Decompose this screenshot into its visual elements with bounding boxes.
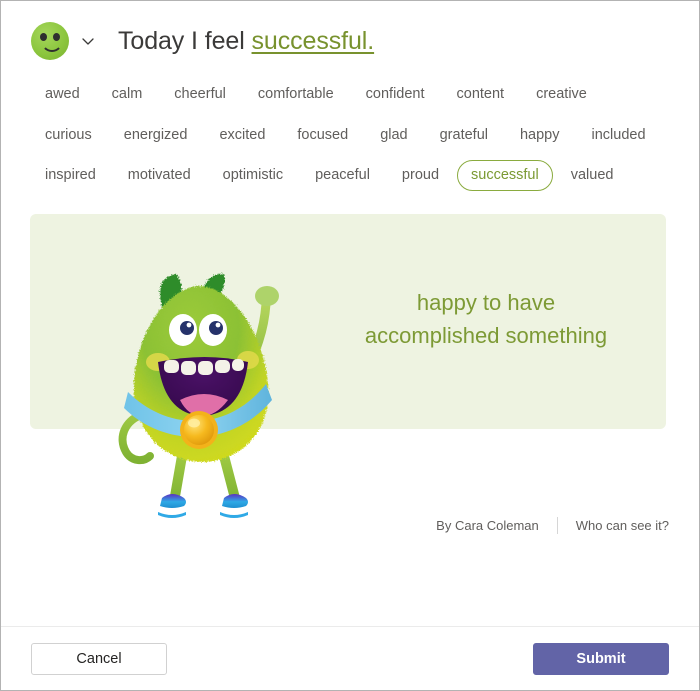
feeling-chip-optimistic[interactable]: optimistic xyxy=(209,160,297,191)
feeling-chip-curious[interactable]: curious xyxy=(31,120,106,151)
headline-prefix: Today I feel xyxy=(118,26,245,55)
dialog-footer: Cancel Submit xyxy=(1,626,699,690)
page-title: Today I feel successful. xyxy=(118,27,374,56)
feeling-chip-motivated[interactable]: motivated xyxy=(114,160,205,191)
dialog-body: Today I feel successful. awed calm cheer… xyxy=(1,1,699,626)
feeling-chip-list: awed calm cheerful comfortable confident… xyxy=(1,57,699,201)
praise-caption-line1: happy to have xyxy=(416,289,556,315)
feeling-chip-proud[interactable]: proud xyxy=(388,160,453,191)
emoji-mouth xyxy=(41,41,63,52)
praise-caption: happy to have accomplished something xyxy=(341,286,631,352)
feeling-chip-happy[interactable]: happy xyxy=(506,120,574,151)
feeling-chip-glad[interactable]: glad xyxy=(366,120,421,151)
feeling-chip-included[interactable]: included xyxy=(578,120,660,151)
feeling-chip-peaceful[interactable]: peaceful xyxy=(301,160,384,191)
green-furry-monster-illustration xyxy=(96,234,326,519)
feeling-chip-excited[interactable]: excited xyxy=(205,120,279,151)
byline-author: By Cara Coleman xyxy=(436,517,539,533)
emoji-eye-right xyxy=(53,33,60,41)
feeling-chip-calm[interactable]: calm xyxy=(98,79,157,110)
byline: By Cara Coleman Who can see it? xyxy=(436,516,669,534)
praise-preview: happy to have accomplished something By … xyxy=(1,213,699,544)
feeling-chip-awed[interactable]: awed xyxy=(31,79,94,110)
emoji-eye-left xyxy=(40,33,47,41)
feeling-chip-focused[interactable]: focused xyxy=(283,120,362,151)
who-can-see-it-link[interactable]: Who can see it? xyxy=(576,518,669,533)
feeling-chip-successful[interactable]: successful xyxy=(457,160,553,191)
feeling-chip-valued[interactable]: valued xyxy=(557,160,628,191)
dialog-header: Today I feel successful. xyxy=(1,1,699,60)
praise-caption-line2: accomplished something xyxy=(364,322,608,348)
feeling-chip-cheerful[interactable]: cheerful xyxy=(160,79,240,110)
feeling-chip-content[interactable]: content xyxy=(443,79,519,110)
feeling-chip-creative[interactable]: creative xyxy=(522,79,601,110)
feeling-chip-confident[interactable]: confident xyxy=(352,79,439,110)
feeling-chip-inspired[interactable]: inspired xyxy=(31,160,110,191)
green-smiley-emoji-icon[interactable] xyxy=(31,22,69,60)
praise-dialog: Today I feel successful. awed calm cheer… xyxy=(0,0,700,691)
selected-feeling-link[interactable]: successful. xyxy=(252,27,375,55)
chevron-down-icon[interactable] xyxy=(75,28,101,54)
feeling-chip-grateful[interactable]: grateful xyxy=(426,120,502,151)
feeling-chip-comfortable[interactable]: comfortable xyxy=(244,79,348,110)
submit-button[interactable]: Submit xyxy=(533,642,669,675)
cancel-button[interactable]: Cancel xyxy=(31,642,167,675)
feeling-chip-energized[interactable]: energized xyxy=(110,120,202,151)
byline-divider xyxy=(556,516,558,534)
